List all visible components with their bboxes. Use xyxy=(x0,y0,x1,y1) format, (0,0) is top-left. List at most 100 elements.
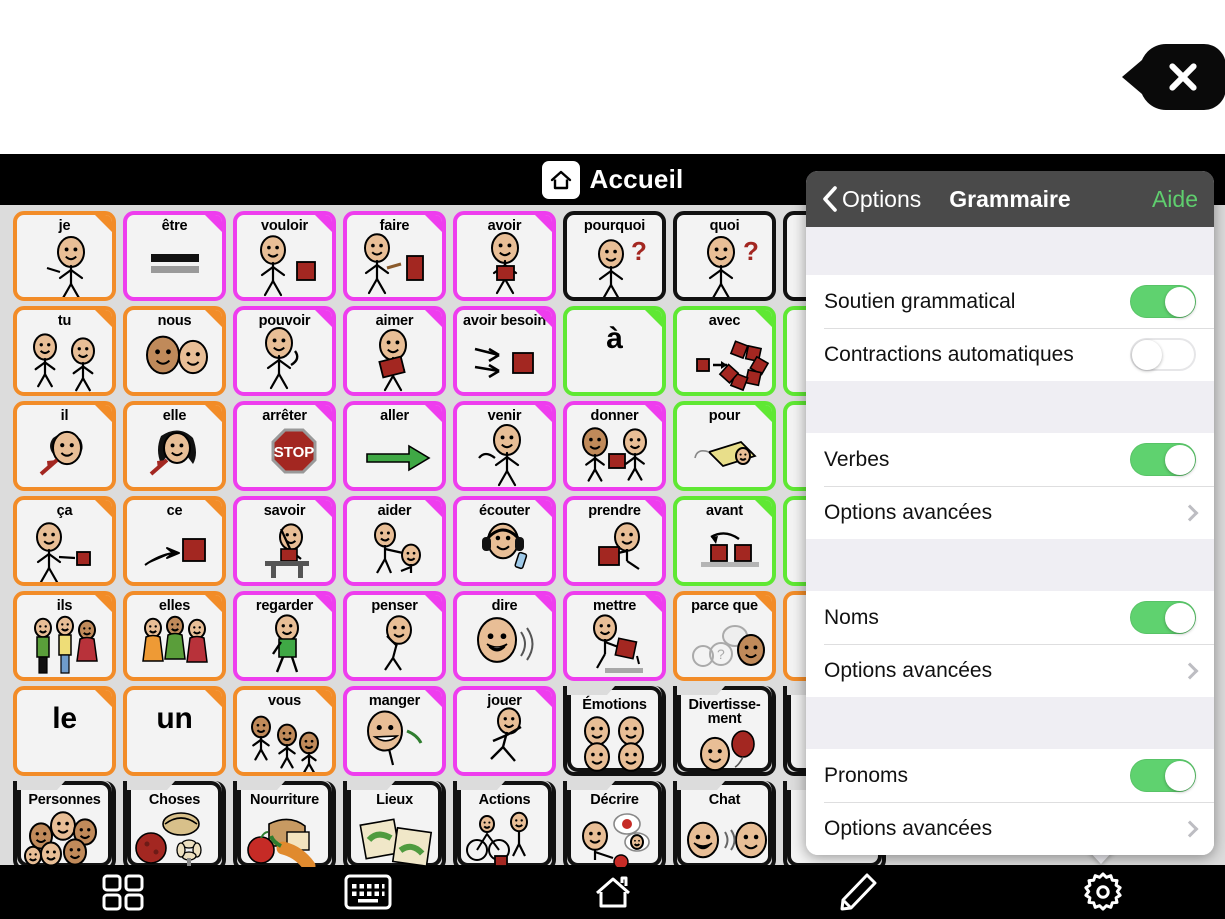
popover-nav-bar: Options Grammaire Aide xyxy=(806,171,1214,227)
symbol-cell[interactable]: parce que? xyxy=(673,591,776,681)
close-icon xyxy=(1166,60,1200,94)
symbol-cell[interactable]: faire xyxy=(343,211,446,301)
symbol-cell[interactable]: à xyxy=(563,306,666,396)
symbol-cell[interactable]: tu xyxy=(13,306,116,396)
gear-icon xyxy=(1083,872,1122,911)
folder-cell[interactable]: Nourriture xyxy=(233,781,336,871)
cell-symbol-art xyxy=(237,233,332,297)
setting-disclosure-row[interactable]: Options avancées xyxy=(806,486,1214,539)
section-gap xyxy=(806,227,1214,275)
folder-cell[interactable]: Chat xyxy=(673,781,776,871)
close-button[interactable] xyxy=(1140,44,1225,110)
grid-view-button[interactable] xyxy=(0,872,245,912)
home-icon xyxy=(541,160,580,199)
back-to-options-button[interactable]: Options xyxy=(822,185,921,213)
setting-disclosure-row[interactable]: Options avancées xyxy=(806,644,1214,697)
symbol-cell[interactable]: prendre xyxy=(563,496,666,586)
symbol-cell[interactable]: ils xyxy=(13,591,116,681)
symbol-cell[interactable]: écouter xyxy=(453,496,556,586)
setting-toggle-row[interactable]: Contractions automatiques xyxy=(806,328,1214,381)
settings-group: Soutien grammatical Contractions automati… xyxy=(806,275,1214,381)
symbol-cell[interactable]: pour xyxy=(673,401,776,491)
symbol-cell[interactable]: un xyxy=(123,686,226,776)
toggle-knob xyxy=(1131,339,1162,370)
folder-cell[interactable]: Divertisse-ment xyxy=(673,686,776,776)
toggle-switch[interactable] xyxy=(1130,759,1196,792)
cell-symbol-art: STOP xyxy=(237,423,332,487)
section-gap xyxy=(806,539,1214,591)
symbol-cell[interactable]: mettre xyxy=(563,591,666,681)
help-button[interactable]: Aide xyxy=(1152,186,1198,213)
symbol-cell[interactable]: vous xyxy=(233,686,336,776)
toggle-switch[interactable] xyxy=(1130,285,1196,318)
toggle-knob xyxy=(1164,286,1195,317)
symbol-cell[interactable]: ça xyxy=(13,496,116,586)
symbol-cell[interactable]: je xyxy=(13,211,116,301)
symbol-cell[interactable]: savoir xyxy=(233,496,336,586)
folder-cell[interactable]: Émotions xyxy=(563,686,666,776)
symbol-cell[interactable]: penser xyxy=(343,591,446,681)
cell-symbol-art xyxy=(347,613,442,677)
setting-toggle-row[interactable]: Soutien grammatical xyxy=(806,275,1214,328)
symbol-cell[interactable]: elles xyxy=(123,591,226,681)
symbol-cell[interactable]: dire xyxy=(453,591,556,681)
symbol-cell[interactable]: avoir besoin xyxy=(453,306,556,396)
toggle-switch[interactable] xyxy=(1130,443,1196,476)
toggle-switch[interactable] xyxy=(1130,338,1196,371)
cell-symbol-art xyxy=(677,423,772,487)
symbol-cell[interactable]: quoi ? xyxy=(673,211,776,301)
settings-button[interactable] xyxy=(980,871,1225,913)
cell-label: le xyxy=(52,702,77,735)
symbol-cell[interactable]: pourquoi ? xyxy=(563,211,666,301)
symbol-cell[interactable]: il xyxy=(13,401,116,491)
symbol-cell[interactable]: ce xyxy=(123,496,226,586)
symbol-cell[interactable]: le xyxy=(13,686,116,776)
cell-symbol-art xyxy=(127,328,222,392)
symbol-cell[interactable]: vouloir xyxy=(233,211,336,301)
setting-label: Soutien grammatical xyxy=(824,289,1016,313)
cell-symbol-art xyxy=(457,518,552,582)
folder-cell[interactable]: Personnes xyxy=(13,781,116,871)
cell-symbol-art xyxy=(127,423,222,487)
setting-label: Verbes xyxy=(824,447,890,471)
keyboard-button[interactable] xyxy=(245,873,490,911)
home-button[interactable] xyxy=(490,873,735,911)
chevron-right-icon xyxy=(1181,504,1199,521)
chevron-right-icon xyxy=(1181,820,1199,837)
symbol-cell[interactable]: regarder xyxy=(233,591,336,681)
symbol-cell[interactable]: arrêter STOP xyxy=(233,401,336,491)
setting-toggle-row[interactable]: Verbes xyxy=(806,433,1214,486)
symbol-cell[interactable]: venir xyxy=(453,401,556,491)
symbol-cell[interactable]: pouvoir xyxy=(233,306,336,396)
symbol-cell[interactable]: être xyxy=(123,211,226,301)
cell-symbol-art xyxy=(347,423,442,487)
cell-symbol-art xyxy=(17,328,112,392)
symbol-cell[interactable]: avoir xyxy=(453,211,556,301)
symbol-cell[interactable]: nous xyxy=(123,306,226,396)
symbol-cell[interactable]: avant xyxy=(673,496,776,586)
symbol-cell[interactable]: donner xyxy=(563,401,666,491)
symbol-cell[interactable]: jouer xyxy=(453,686,556,776)
symbol-cell[interactable]: avec xyxy=(673,306,776,396)
toggle-knob xyxy=(1164,444,1195,475)
cell-symbol-art xyxy=(237,327,332,392)
folder-cell[interactable]: Actions xyxy=(453,781,556,871)
symbol-cell[interactable]: aimer xyxy=(343,306,446,396)
cell-symbol-art xyxy=(17,613,112,677)
page-title: Accueil xyxy=(589,164,684,194)
edit-button[interactable] xyxy=(735,871,980,913)
symbol-cell[interactable]: aller xyxy=(343,401,446,491)
folder-cell[interactable] xyxy=(783,686,886,776)
toggle-switch[interactable] xyxy=(1130,601,1196,634)
symbol-cell[interactable]: elle xyxy=(123,401,226,491)
folder-cell[interactable] xyxy=(783,781,886,871)
cell-symbol-art xyxy=(347,328,442,392)
symbol-cell[interactable]: manger xyxy=(343,686,446,776)
symbol-cell[interactable]: aider xyxy=(343,496,446,586)
folder-cell[interactable]: Choses xyxy=(123,781,226,871)
folder-cell[interactable]: Décrire xyxy=(563,781,666,871)
setting-toggle-row[interactable]: Noms xyxy=(806,591,1214,644)
cell-symbol-art xyxy=(457,807,552,867)
folder-cell[interactable]: Lieux xyxy=(343,781,446,871)
settings-group: Noms Options avancées xyxy=(806,591,1214,697)
